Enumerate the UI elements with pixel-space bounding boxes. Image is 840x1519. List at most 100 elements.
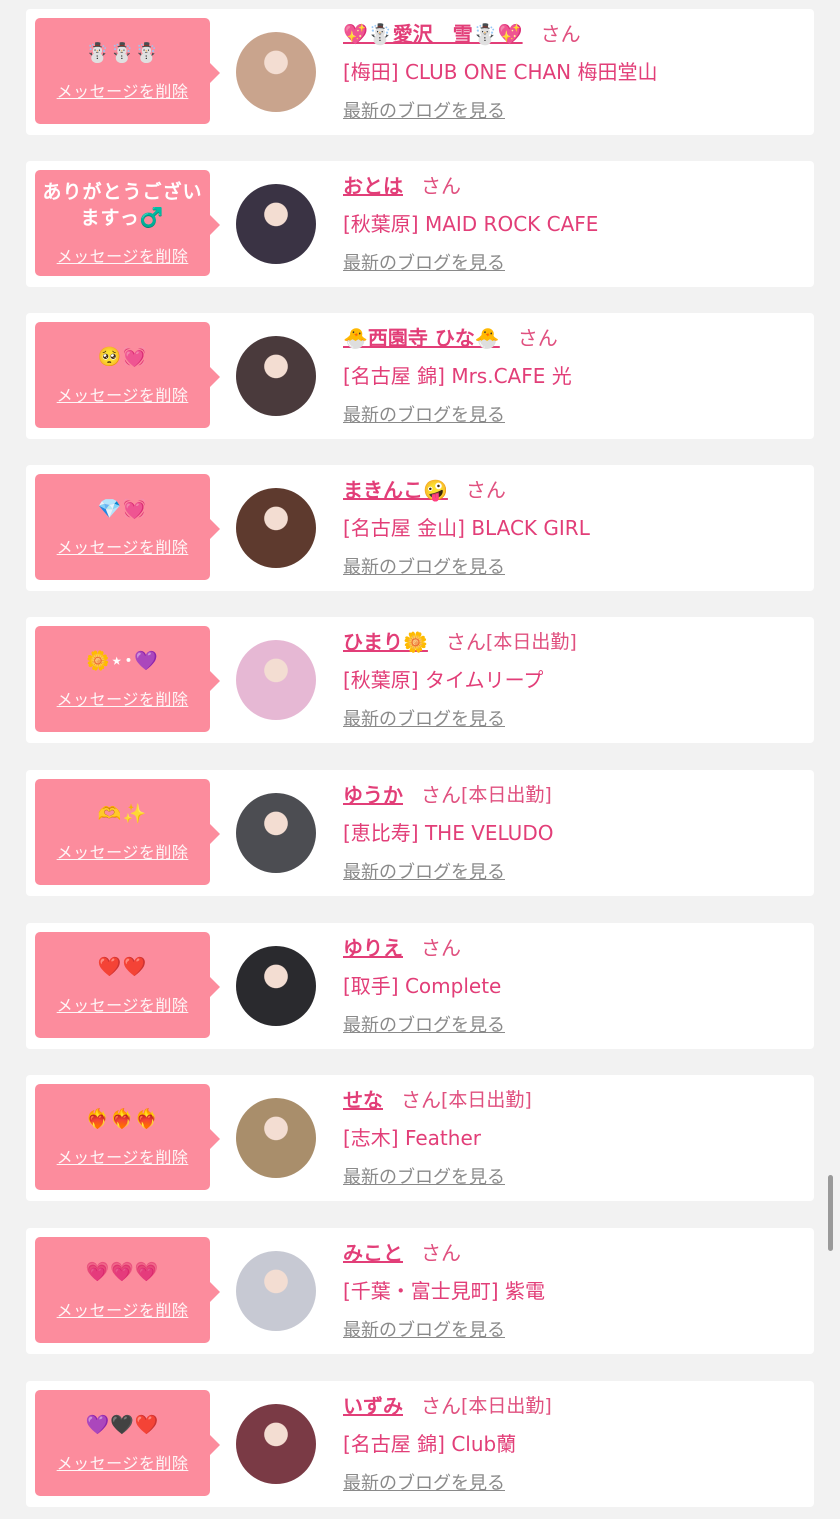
honorific-label: さん — [421, 1393, 461, 1418]
cast-name-link[interactable]: まきんこ🤪 — [343, 474, 448, 503]
delete-message-link[interactable]: メッセージを削除 — [57, 534, 189, 558]
message-card: 🥺💓 メッセージを削除 🐣西園寺 ひな🐣 さん [名古屋 錦] Mrs.CAFE… — [26, 313, 814, 439]
message-text: 🥺💓 — [97, 346, 148, 368]
avatar[interactable] — [236, 793, 316, 873]
avatar[interactable] — [236, 1404, 316, 1484]
latest-blog-link[interactable]: 最新のブログを見る — [343, 401, 505, 427]
name-row: いずみ さん [本日出勤] — [343, 1390, 552, 1418]
shop-name: [志木] Feather — [343, 1126, 481, 1150]
today-working-badge: [本日出勤] — [441, 1088, 532, 1111]
message-card: ❤️‍🔥❤️‍🔥❤️‍🔥 メッセージを削除 せな さん [本日出勤] [志木] … — [26, 1075, 814, 1201]
today-working-badge: [本日出勤] — [461, 1394, 552, 1417]
latest-blog-link[interactable]: 最新のブログを見る — [343, 1011, 505, 1037]
cast-name-link[interactable]: おとは — [343, 170, 403, 199]
delete-message-link[interactable]: メッセージを削除 — [57, 243, 189, 267]
latest-blog-link[interactable]: 最新のブログを見る — [343, 249, 505, 275]
message-bubble: 💎💓 メッセージを削除 — [35, 474, 220, 580]
latest-blog-link[interactable]: 最新のブログを見る — [343, 553, 505, 579]
name-row: おとは さん — [343, 170, 461, 198]
message-card: 💗💗💗 メッセージを削除 みこと さん [千葉・富士見町] 紫電 最新のブログを… — [26, 1228, 814, 1354]
shop-name: [取手] Complete — [343, 974, 502, 998]
shop-name: [秋葉原] MAID ROCK CAFE — [343, 212, 599, 236]
message-bubble: 🫶✨ メッセージを削除 — [35, 779, 220, 885]
today-working-badge: [本日出勤] — [485, 630, 577, 653]
delete-message-link[interactable]: メッセージを削除 — [57, 78, 189, 102]
today-working-badge: [本日出勤] — [461, 783, 552, 806]
honorific-label: さん — [421, 935, 461, 960]
cast-name-link[interactable]: 💖☃️愛沢＿雪☃️💖 — [343, 18, 523, 47]
message-text: ☃️☃️☃️ — [85, 42, 160, 64]
honorific-label: さん — [465, 477, 506, 502]
shop-name: [名古屋 錦] Club蘭 — [343, 1432, 517, 1456]
latest-blog-link[interactable]: 最新のブログを見る — [343, 858, 505, 884]
name-row: 💖☃️愛沢＿雪☃️💖 さん — [343, 18, 581, 46]
message-card: 🫶✨ メッセージを削除 ゆうか さん [本日出勤] [恵比寿] THE VELU… — [26, 770, 814, 896]
honorific-label: さん — [421, 173, 461, 198]
message-text: 🫶✨ — [97, 803, 148, 825]
shop-name: [名古屋 錦] Mrs.CAFE 光 — [343, 364, 572, 388]
shop-name: [恵比寿] THE VELUDO — [343, 821, 554, 845]
cast-name-link[interactable]: いずみ — [343, 1390, 403, 1419]
delete-message-link[interactable]: メッセージを削除 — [57, 1450, 189, 1474]
shop-name: [名古屋 金山] BLACK GIRL — [343, 516, 590, 540]
latest-blog-link[interactable]: 最新のブログを見る — [343, 1163, 505, 1189]
delete-message-link[interactable]: メッセージを削除 — [57, 1297, 189, 1321]
honorific-label: さん — [421, 782, 461, 807]
avatar[interactable] — [236, 184, 316, 264]
message-card: 🌼⋆･💜 メッセージを削除 ひまり🌼 さん [本日出勤] [秋葉原] タイムリー… — [26, 617, 814, 743]
message-bubble: ありがとうございますっ♂️ メッセージを削除 — [35, 170, 220, 276]
honorific-label: さん — [421, 1240, 461, 1265]
message-bubble: 💗💗💗 メッセージを削除 — [35, 1237, 220, 1343]
message-bubble: ❤️‍🔥❤️‍🔥❤️‍🔥 メッセージを削除 — [35, 1084, 220, 1190]
avatar[interactable] — [236, 32, 316, 112]
cast-name-link[interactable]: ひまり🌼 — [343, 626, 428, 655]
name-row: せな さん [本日出勤] — [343, 1084, 532, 1112]
name-row: ひまり🌼 さん [本日出勤] — [343, 626, 577, 654]
message-bubble: 🌼⋆･💜 メッセージを削除 — [35, 626, 220, 732]
latest-blog-link[interactable]: 最新のブログを見る — [343, 1469, 505, 1495]
avatar[interactable] — [236, 640, 316, 720]
message-card: ❤️❤️ メッセージを削除 ゆりえ さん [取手] Complete 最新のブロ… — [26, 923, 814, 1049]
shop-name: [梅田] CLUB ONE CHAN 梅田堂山 — [343, 60, 658, 84]
message-card: 💜🖤❤️ メッセージを削除 いずみ さん [本日出勤] [名古屋 錦] Club… — [26, 1381, 814, 1507]
message-bubble: ❤️❤️ メッセージを削除 — [35, 932, 220, 1038]
message-text: 💎💓 — [97, 498, 148, 520]
message-card: ありがとうございますっ♂️ メッセージを削除 おとは さん [秋葉原] MAID… — [26, 161, 814, 287]
name-row: まきんこ🤪 さん — [343, 474, 506, 502]
avatar[interactable] — [236, 946, 316, 1026]
honorific-label: さん — [445, 629, 486, 654]
honorific-label: さん — [517, 325, 558, 350]
message-text: 💗💗💗 — [85, 1261, 160, 1283]
delete-message-link[interactable]: メッセージを削除 — [57, 1144, 189, 1168]
name-row: ゆうか さん [本日出勤] — [343, 779, 552, 807]
delete-message-link[interactable]: メッセージを削除 — [57, 992, 189, 1016]
honorific-label: さん — [540, 21, 581, 46]
name-row: 🐣西園寺 ひな🐣 さん — [343, 322, 558, 350]
scrollbar[interactable] — [828, 1175, 833, 1251]
message-text: ❤️‍🔥❤️‍🔥❤️‍🔥 — [85, 1108, 160, 1130]
delete-message-link[interactable]: メッセージを削除 — [57, 382, 189, 406]
latest-blog-link[interactable]: 最新のブログを見る — [343, 97, 505, 123]
delete-message-link[interactable]: メッセージを削除 — [57, 839, 189, 863]
shop-name: [秋葉原] タイムリープ — [343, 668, 544, 692]
message-bubble: 🥺💓 メッセージを削除 — [35, 322, 220, 428]
cast-name-link[interactable]: 🐣西園寺 ひな🐣 — [343, 322, 500, 351]
message-card: ☃️☃️☃️ メッセージを削除 💖☃️愛沢＿雪☃️💖 さん [梅田] CLUB … — [26, 9, 814, 135]
shop-name: [千葉・富士見町] 紫電 — [343, 1279, 545, 1303]
avatar[interactable] — [236, 488, 316, 568]
cast-name-link[interactable]: みこと — [343, 1237, 403, 1266]
avatar[interactable] — [236, 1098, 316, 1178]
message-text: ❤️❤️ — [97, 956, 148, 978]
cast-name-link[interactable]: せな — [343, 1084, 383, 1113]
honorific-label: さん — [401, 1087, 441, 1112]
message-text: 🌼⋆･💜 — [86, 650, 159, 672]
name-row: みこと さん — [343, 1237, 461, 1265]
latest-blog-link[interactable]: 最新のブログを見る — [343, 705, 505, 731]
cast-name-link[interactable]: ゆりえ — [343, 932, 403, 961]
avatar[interactable] — [236, 1251, 316, 1331]
avatar[interactable] — [236, 336, 316, 416]
latest-blog-link[interactable]: 最新のブログを見る — [343, 1316, 505, 1342]
name-row: ゆりえ さん — [343, 932, 461, 960]
delete-message-link[interactable]: メッセージを削除 — [57, 686, 189, 710]
cast-name-link[interactable]: ゆうか — [343, 779, 403, 808]
